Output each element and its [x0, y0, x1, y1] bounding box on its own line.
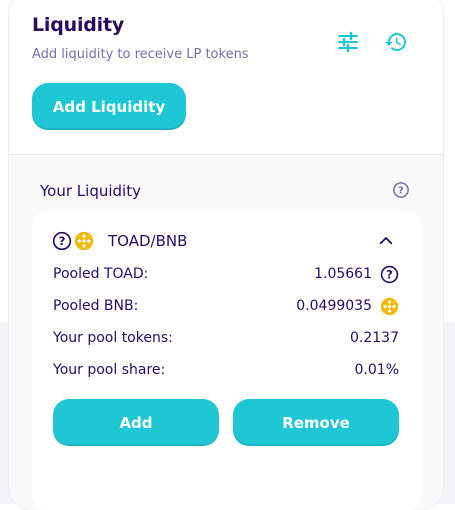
pool-share-row: Your pool share: 0.01%	[53, 359, 399, 381]
add-liquidity-button[interactable]: Add Liquidity	[32, 83, 186, 130]
row-value: 1.05661	[314, 266, 372, 282]
row-value: 0.2137	[350, 330, 399, 346]
page-subtitle: Add liquidity to receive LP tokens	[32, 47, 249, 62]
row-value-wrap: 0.0499035	[296, 297, 399, 316]
add-button[interactable]: Add	[53, 399, 219, 446]
row-label: Your pool tokens:	[53, 330, 173, 346]
pool-tokens-row: Your pool tokens: 0.2137	[53, 327, 399, 349]
settings-button[interactable]	[334, 28, 362, 56]
history-button[interactable]	[382, 28, 410, 56]
your-liquidity-section: Your Liquidity ? ? TOAD/BNB Pooled TOAD:…	[9, 155, 443, 510]
row-value: 0.01%	[354, 362, 399, 378]
row-label: Pooled TOAD:	[53, 266, 149, 282]
your-liquidity-label: Your Liquidity	[40, 182, 141, 200]
pair-name: TOAD/BNB	[108, 232, 188, 250]
bnb-coin-icon	[380, 297, 399, 315]
history-icon	[385, 33, 406, 51]
liquidity-card: Liquidity Add liquidity to receive LP to…	[9, 0, 443, 510]
help-question-icon[interactable]: ?	[392, 181, 410, 199]
row-label: Pooled BNB:	[53, 298, 139, 314]
question-circle-icon: ?	[380, 265, 399, 283]
row-label: Your pool share:	[53, 362, 166, 378]
liquidity-pair-card: ? TOAD/BNB Pooled TOAD: 1.05661 ? Pooled…	[32, 211, 422, 510]
question-circle-icon: ?	[52, 231, 72, 251]
chevron-up-icon[interactable]	[377, 232, 395, 250]
card-header: Liquidity Add liquidity to receive LP to…	[9, 0, 443, 155]
svg-text:?: ?	[386, 268, 392, 281]
remove-button[interactable]: Remove	[233, 399, 399, 446]
svg-text:?: ?	[59, 234, 66, 248]
pooled-token0-row: Pooled TOAD: 1.05661 ?	[53, 263, 399, 285]
bnb-coin-icon	[74, 231, 94, 251]
row-value: 0.0499035	[296, 298, 372, 314]
settings-sliders-icon	[338, 31, 358, 53]
pair-token-icons: ?	[52, 231, 94, 251]
pair-header[interactable]: ? TOAD/BNB	[52, 227, 187, 255]
pooled-token1-row: Pooled BNB: 0.0499035	[53, 295, 399, 317]
svg-text:?: ?	[398, 185, 404, 196]
row-value-wrap: 1.05661 ?	[314, 265, 399, 284]
page-title: Liquidity	[32, 14, 125, 36]
